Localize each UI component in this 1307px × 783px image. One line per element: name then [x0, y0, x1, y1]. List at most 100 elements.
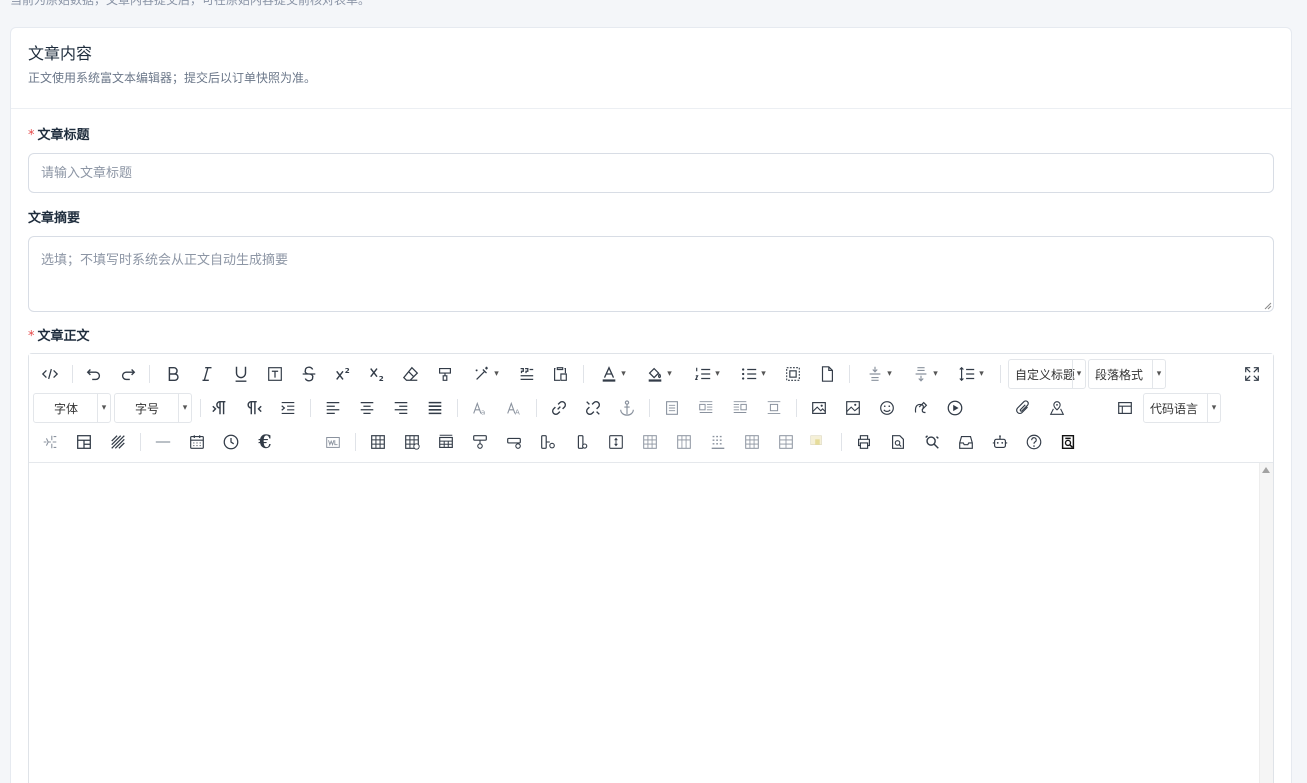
ordered-list-icon[interactable]: ▾ — [687, 361, 727, 387]
code-language-select[interactable]: 代码语言 ▾ — [1143, 393, 1221, 423]
indent-icon[interactable] — [275, 395, 301, 421]
margin-bottom-icon[interactable]: ▾ — [905, 361, 945, 387]
split-to-cols-icon[interactable] — [773, 429, 799, 455]
to-lowercase-icon[interactable]: A — [501, 395, 527, 421]
undo-icon[interactable] — [81, 361, 107, 387]
font-size-select[interactable]: 字号 ▾ — [114, 393, 192, 423]
italic-icon[interactable] — [194, 361, 220, 387]
superscript-icon[interactable]: 2 — [330, 361, 356, 387]
align-left-icon[interactable] — [320, 395, 346, 421]
insert-image-icon[interactable] — [806, 395, 832, 421]
margin-top-icon[interactable]: ▾ — [859, 361, 899, 387]
chevron-down-icon: ▾ — [178, 394, 191, 422]
eraser-icon[interactable] — [398, 361, 424, 387]
image-center-icon[interactable] — [761, 395, 787, 421]
subscript-icon[interactable]: 2 — [364, 361, 390, 387]
custom-heading-label: 自定义标题 — [1015, 367, 1076, 382]
ai-assistant-icon[interactable] — [987, 429, 1013, 455]
emoji-icon[interactable] — [874, 395, 900, 421]
print-icon[interactable] — [851, 429, 877, 455]
insert-date-icon[interactable] — [184, 429, 210, 455]
paragraph-format-select[interactable]: 段落格式 ▾ — [1088, 359, 1166, 389]
anchor-icon[interactable] — [614, 395, 640, 421]
scroll-up-icon[interactable] — [1262, 467, 1270, 473]
merge-cells-icon[interactable] — [603, 429, 629, 455]
link-icon[interactable] — [546, 395, 572, 421]
align-justify-icon[interactable] — [422, 395, 448, 421]
font-color-icon[interactable]: ▾ — [593, 361, 633, 387]
align-center-icon[interactable] — [354, 395, 380, 421]
attachment-icon[interactable] — [1010, 395, 1036, 421]
custom-heading-select[interactable]: 自定义标题 ▾ — [1008, 359, 1086, 389]
insert-column-icon[interactable] — [535, 429, 561, 455]
format-painter-icon[interactable] — [432, 361, 458, 387]
auto-format-icon[interactable]: ▾ — [466, 361, 506, 387]
horizontal-rule-icon[interactable] — [150, 429, 176, 455]
source-code-icon[interactable] — [37, 361, 63, 387]
background-color-icon[interactable]: ▾ — [639, 361, 679, 387]
svg-text:a: a — [481, 407, 485, 416]
image-none-icon[interactable] — [659, 395, 685, 421]
article-title-input[interactable] — [28, 153, 1274, 193]
insert-video-icon[interactable] — [942, 395, 968, 421]
search-replace-icon[interactable] — [919, 429, 945, 455]
delete-column-icon[interactable] — [569, 429, 595, 455]
chevron-down-icon: ▾ — [97, 394, 110, 422]
split-to-rows-icon[interactable] — [739, 429, 765, 455]
paste-plain-icon[interactable] — [547, 361, 573, 387]
scrawl-icon[interactable] — [908, 395, 934, 421]
fullscreen-icon[interactable] — [1239, 361, 1265, 387]
drafts-icon[interactable] — [953, 429, 979, 455]
chart-icon[interactable] — [807, 429, 827, 455]
select-all-icon[interactable] — [780, 361, 806, 387]
ltr-direction-icon[interactable] — [207, 395, 233, 421]
card-title: 文章内容 — [28, 44, 93, 63]
bold-icon[interactable] — [160, 361, 186, 387]
strikethrough-icon[interactable] — [296, 361, 322, 387]
editor-scrollbar[interactable] — [1259, 463, 1273, 783]
content-search-icon[interactable] — [1055, 429, 1081, 455]
insert-table-icon[interactable] — [365, 429, 391, 455]
map-icon[interactable] — [1044, 395, 1070, 421]
underline-icon[interactable] — [228, 361, 254, 387]
template-icon[interactable] — [1112, 395, 1138, 421]
split-to-cells-icon[interactable] — [705, 429, 731, 455]
editor-content-area[interactable] — [29, 463, 1273, 783]
preview-icon[interactable] — [885, 429, 911, 455]
insert-row-icon[interactable] — [467, 429, 493, 455]
insert-paragraph-before-table-icon[interactable] — [433, 429, 459, 455]
svg-text:2: 2 — [379, 374, 384, 383]
unlink-icon[interactable] — [580, 395, 606, 421]
new-document-icon[interactable] — [814, 361, 840, 387]
background-pattern-icon[interactable] — [105, 429, 131, 455]
resize-grip-icon[interactable] — [1264, 302, 1272, 310]
unordered-list-icon[interactable]: ▾ — [733, 361, 773, 387]
line-height-icon[interactable]: ▾ — [951, 361, 991, 387]
delete-row-icon[interactable] — [501, 429, 527, 455]
insert-frame-icon[interactable] — [71, 429, 97, 455]
page-break-icon[interactable] — [37, 429, 63, 455]
font-family-select[interactable]: 字体 ▾ — [33, 393, 111, 423]
redo-icon[interactable] — [115, 361, 141, 387]
to-uppercase-icon[interactable]: a — [467, 395, 493, 421]
insert-time-icon[interactable] — [218, 429, 244, 455]
article-summary-textarea[interactable] — [28, 236, 1274, 312]
image-upload-icon[interactable] — [840, 395, 866, 421]
align-right-icon[interactable] — [388, 395, 414, 421]
word-image-icon[interactable] — [320, 429, 346, 455]
delete-table-icon[interactable] — [399, 429, 425, 455]
summary-field-label: 文章摘要 — [28, 210, 80, 228]
special-chars-icon[interactable]: € — [252, 429, 278, 455]
summary-label-text: 文章摘要 — [28, 211, 81, 226]
merge-right-icon[interactable] — [637, 429, 663, 455]
image-right-icon[interactable] — [727, 395, 753, 421]
text-box-icon[interactable] — [262, 361, 288, 387]
title-field-label: * 文章标题 — [28, 127, 90, 145]
summary-wrapper — [28, 236, 1274, 312]
blockquote-icon[interactable] — [513, 361, 539, 387]
merge-down-icon[interactable] — [671, 429, 697, 455]
svg-text:2: 2 — [345, 366, 350, 375]
help-icon[interactable] — [1021, 429, 1047, 455]
rtl-direction-icon[interactable] — [241, 395, 267, 421]
image-left-icon[interactable] — [693, 395, 719, 421]
